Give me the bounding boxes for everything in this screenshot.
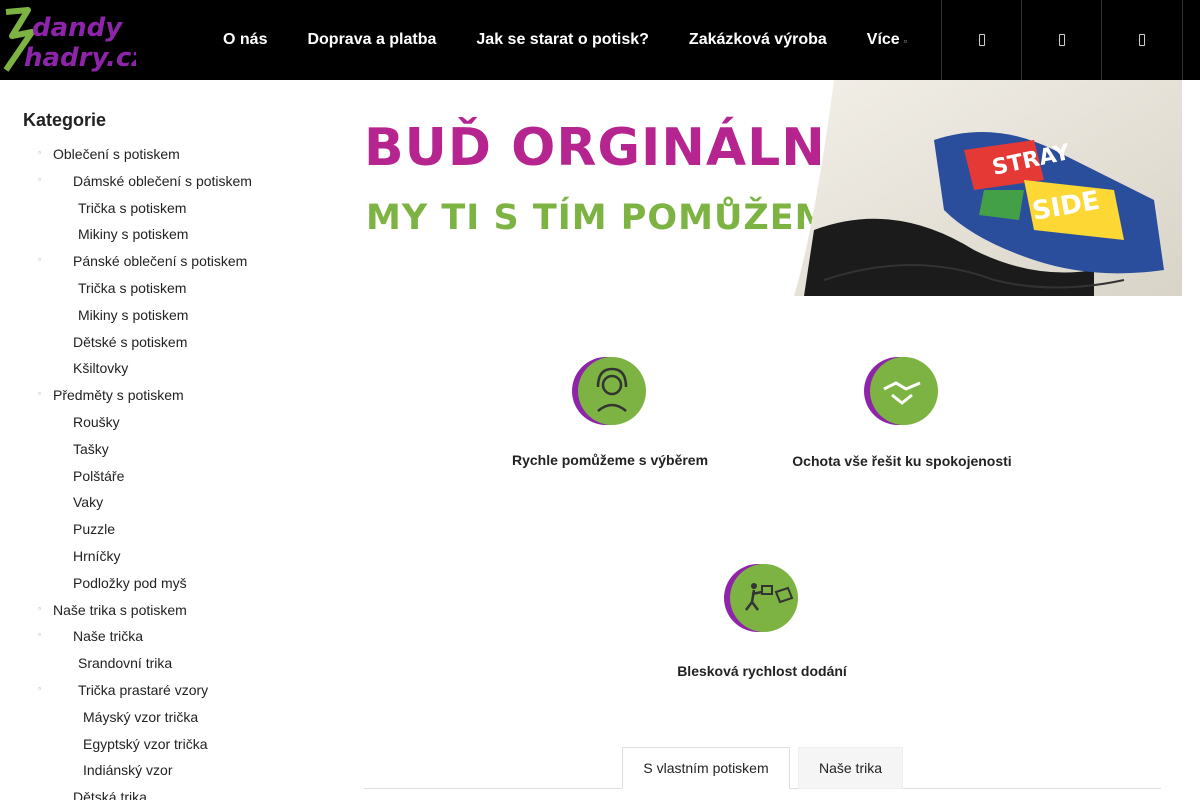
headset-icon bbox=[572, 357, 646, 425]
sidebar-category-item[interactable]: Podložky pod myš bbox=[0, 570, 340, 597]
tab-label: S vlastním potiskem bbox=[643, 760, 769, 776]
bullet-icon: ▫ bbox=[38, 630, 41, 640]
site-header: dandy hadry.cz O nás Doprava a platba Ja… bbox=[0, 0, 1200, 80]
nav-label: Zakázková výroba bbox=[688, 31, 827, 48]
bullet-icon: ▫ bbox=[38, 174, 41, 184]
delivery-icon bbox=[724, 564, 798, 632]
sidebar-category-item[interactable]: Tašky bbox=[0, 436, 340, 463]
sidebar-category-label: Srandovní trika bbox=[78, 655, 173, 672]
sidebar-category-item[interactable]: Srandovní trika bbox=[0, 650, 340, 677]
hero-banner[interactable]: BUĎ ORGINÁLNÍ! MY TI S TÍM POMŮŽEME. STR… bbox=[364, 80, 1182, 296]
sidebar-category-label: Indiánský vzor bbox=[83, 762, 173, 779]
tab-nase-trika[interactable]: Naše trika bbox=[798, 747, 903, 789]
sidebar-category-label: Dámské oblečení s potiskem bbox=[73, 172, 252, 189]
sidebar-category-label: Roušky bbox=[73, 413, 120, 430]
nav-label: O nás bbox=[223, 31, 268, 48]
sidebar-category-label: Pánské oblečení s potiskem bbox=[73, 253, 248, 270]
sidebar-category-item[interactable]: Mikiny s potiskem bbox=[0, 302, 340, 329]
sidebar-category-label: Trička s potiskem bbox=[78, 279, 187, 296]
tab-vlastni-potisk[interactable]: S vlastním potiskem bbox=[622, 747, 790, 789]
search-glyph bbox=[978, 34, 985, 46]
sidebar-category-label: Dětská trika bbox=[73, 789, 147, 800]
sidebar-category-item[interactable]: Egyptský vzor trička bbox=[0, 731, 340, 758]
nav-item-vice[interactable]: Více ▫ bbox=[847, 0, 927, 80]
sidebar-category-item[interactable]: Hrníčky bbox=[0, 543, 340, 570]
sidebar-category-label: Dětské s potiskem bbox=[73, 333, 188, 350]
user-icon[interactable] bbox=[1021, 0, 1101, 80]
svg-text:dandy: dandy bbox=[32, 13, 123, 43]
main-nav: O nás Doprava a platba Jak se starat o p… bbox=[203, 0, 927, 80]
sidebar-category-label: Naše trička bbox=[73, 628, 144, 645]
sidebar-category-item[interactable]: ▫ Dámské oblečení s potiskem bbox=[0, 168, 340, 195]
sidebar-category-item[interactable]: Puzzle bbox=[0, 516, 340, 543]
feature-satisfaction: Ochota vše řešit ku spokojenosti bbox=[782, 355, 1022, 469]
sidebar-category-item[interactable]: Indiánský vzor bbox=[0, 757, 340, 784]
bullet-icon: ▫ bbox=[38, 603, 41, 613]
feature-fast-help: Rychle pomůžeme s výběrem bbox=[500, 355, 720, 468]
sidebar-category-label: Polštáře bbox=[73, 467, 125, 484]
sidebar-category-label: Předměty s potiskem bbox=[53, 387, 184, 404]
nav-item-potisk-care[interactable]: Jak se starat o potisk? bbox=[456, 0, 669, 80]
category-sidebar: Kategorie ▫ Oblečení s potiskem ▫ Dámské ob… bbox=[0, 80, 340, 800]
sidebar-category-label: Egyptský vzor trička bbox=[83, 735, 208, 752]
nav-label: Více bbox=[866, 31, 900, 48]
sidebar-category-item[interactable]: ▫ Předměty s potiskem bbox=[0, 382, 340, 409]
sidebar-category-item[interactable]: Roušky bbox=[0, 409, 340, 436]
handshake-icon bbox=[864, 357, 938, 425]
feature-fast-delivery: Blesková rychlost dodání bbox=[652, 562, 872, 679]
tshirt-photo: STRAY SIDE bbox=[794, 80, 1182, 296]
nav-item-o-nas[interactable]: O nás bbox=[203, 0, 287, 80]
sidebar-category-label: Hrníčky bbox=[73, 547, 121, 564]
sidebar-category-label: Vaky bbox=[73, 494, 104, 511]
sidebar-category-label: Mikiny s potiskem bbox=[78, 306, 189, 323]
feature-text: Ochota vše řešit ku spokojenosti bbox=[792, 453, 1012, 469]
sidebar-category-item[interactable]: Kšiltovky bbox=[0, 355, 340, 382]
site-logo[interactable]: dandy hadry.cz bbox=[2, 6, 136, 74]
chevron-down-icon: ▫ bbox=[903, 36, 907, 46]
sidebar-category-item[interactable]: Máyský vzor trička bbox=[0, 704, 340, 731]
sidebar-category-label: Podložky pod myš bbox=[73, 574, 187, 591]
nav-item-zakazkova[interactable]: Zakázková výroba bbox=[669, 0, 847, 80]
sidebar-category-label: Naše trika s potiskem bbox=[53, 601, 187, 618]
sidebar-category-label: Máyský vzor trička bbox=[83, 708, 199, 725]
sidebar-category-item[interactable]: ▫ Oblečení s potiskem bbox=[0, 141, 340, 168]
cart-glyph bbox=[1139, 34, 1145, 46]
bullet-icon: ▫ bbox=[38, 148, 41, 157]
svg-text:hadry.cz: hadry.cz bbox=[24, 43, 136, 73]
nav-label: Doprava a platba bbox=[307, 31, 437, 48]
sidebar-category-label: Oblečení s potiskem bbox=[53, 146, 180, 162]
sidebar-category-item[interactable]: Dětské s potiskem bbox=[0, 329, 340, 356]
sidebar-category-label: Kšiltovky bbox=[73, 360, 129, 377]
sidebar-category-item[interactable]: Vaky bbox=[0, 489, 340, 516]
bullet-icon: ▫ bbox=[38, 389, 41, 399]
sidebar-category-label: Trička prastaré vzory bbox=[78, 681, 209, 698]
sidebar-category-item[interactable]: ▫ Naše trička bbox=[0, 623, 340, 650]
cart-icon[interactable] bbox=[1101, 0, 1183, 80]
bullet-icon: ▫ bbox=[38, 683, 41, 693]
sidebar-category-item[interactable]: Mikiny s potiskem bbox=[0, 221, 340, 248]
feature-text: Rychle pomůžeme s výběrem bbox=[511, 452, 709, 468]
sidebar-category-label: Mikiny s potiskem bbox=[78, 226, 189, 243]
tab-label: Naše trika bbox=[818, 760, 883, 776]
sidebar-category-label: Trička s potiskem bbox=[78, 199, 187, 216]
sidebar-category-label: Tašky bbox=[73, 440, 109, 457]
sidebar-category-item[interactable]: ▫ Naše trika s potiskem bbox=[0, 597, 340, 624]
sidebar-category-label: Puzzle bbox=[73, 521, 116, 538]
search-icon[interactable] bbox=[941, 0, 1021, 80]
sidebar-category-item[interactable]: ▫ Pánské oblečení s potiskem bbox=[0, 248, 340, 275]
sidebar-category-item[interactable]: Trička s potiskem bbox=[0, 195, 340, 222]
sidebar-title: Kategorie bbox=[23, 110, 107, 130]
nav-item-doprava[interactable]: Doprava a platba bbox=[287, 0, 456, 80]
category-list: ▫ Oblečení s potiskem ▫ Dámské oblečení s p… bbox=[0, 141, 340, 800]
sidebar-category-item[interactable]: Dětská trika bbox=[0, 784, 340, 800]
sidebar-category-item[interactable]: Trička s potiskem bbox=[0, 275, 340, 302]
sidebar-category-item[interactable]: ▫ Trička prastaré vzory bbox=[0, 677, 340, 704]
bullet-icon: ▫ bbox=[38, 255, 41, 265]
feature-text: Blesková rychlost dodání bbox=[677, 663, 847, 679]
user-glyph bbox=[1058, 34, 1065, 46]
sidebar-category-item[interactable]: Polštáře bbox=[0, 463, 340, 490]
nav-label: Jak se starat o potisk? bbox=[476, 31, 649, 48]
